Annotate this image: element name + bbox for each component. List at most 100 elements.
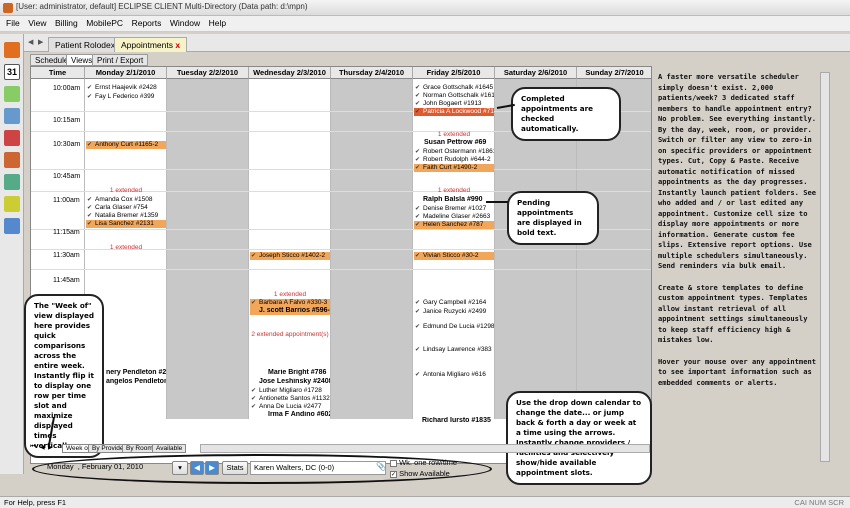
status-help-text: For Help, press F1: [4, 498, 67, 507]
close-icon[interactable]: x: [175, 40, 180, 50]
tab-print-export[interactable]: Print / Export: [92, 54, 149, 66]
time-label: 10:45am: [53, 173, 81, 180]
description-paragraph: Create & store templates to define custo…: [658, 282, 808, 345]
appointment[interactable]: Richard Iursto #1835: [414, 417, 494, 425]
appointment[interactable]: Marie Bright #786: [250, 369, 330, 377]
appointment[interactable]: Anthony Curt #1165-2: [86, 141, 166, 149]
app-icon: [3, 3, 13, 13]
appointment[interactable]: Anna De Lucia #2477: [250, 403, 330, 411]
tab-patient-rolodex[interactable]: Patient Rolodex: [48, 37, 123, 52]
appointment[interactable]: Madeline Glaser #2663: [414, 213, 494, 221]
appointment[interactable]: Robert Ostermann #1861: [414, 148, 494, 156]
appointment[interactable]: Lindsay Lawrence #383: [414, 346, 494, 354]
appointment[interactable]: Luther Migliaro #1728: [250, 387, 330, 395]
tips-icon[interactable]: [4, 196, 20, 212]
callout-arrow: [486, 201, 508, 203]
time-label: 11:00am: [53, 197, 80, 204]
appointment[interactable]: Vivian Sticco #30-2: [414, 252, 494, 260]
menu-file[interactable]: File: [6, 18, 20, 28]
tab-label: Patient Rolodex: [55, 40, 116, 50]
appointment[interactable]: Fay L Federico #399: [86, 93, 166, 101]
tabs-first-icon[interactable]: ⏮: [30, 444, 35, 451]
delete-icon[interactable]: [4, 130, 20, 146]
document-tabs: ◀ ▶ Patient Rolodex Appointments x: [24, 34, 850, 52]
appointment[interactable]: Faith Curt #1490-2: [414, 164, 494, 172]
appointment[interactable]: Helen Sanchez #787: [414, 221, 494, 229]
menu-help[interactable]: Help: [209, 18, 226, 28]
appointment[interactable]: Susan Pettrow #69: [414, 139, 494, 147]
calendar-icon[interactable]: 31: [4, 64, 20, 80]
report-icon[interactable]: [4, 174, 20, 190]
appointment[interactable]: Natalia Bremer #1359: [86, 212, 166, 220]
appointment[interactable]: J. scott Barrios #596-2: [250, 307, 330, 315]
tab-label: Appointments: [121, 40, 173, 50]
day-header-thu[interactable]: Thursday 2/4/2010: [331, 67, 413, 79]
slot-divider: [31, 269, 651, 270]
billing-icon[interactable]: [4, 152, 20, 168]
appointment[interactable]: Carla Glaser #754: [86, 204, 166, 212]
appointment[interactable]: Antionette Santos #1132: [250, 395, 330, 403]
appointment[interactable]: Grace Gottschalk #1645: [414, 84, 494, 92]
notes-icon[interactable]: [4, 86, 20, 102]
menu-mobilepc[interactable]: MobilePC: [86, 18, 123, 28]
vertical-scrollbar[interactable]: [820, 72, 830, 462]
tab-available[interactable]: Available: [152, 444, 187, 453]
horizontal-scrollbar[interactable]: [200, 444, 650, 453]
day-header-sat[interactable]: Saturday 2/6/2010: [495, 67, 577, 79]
view-tabs: Schedule Views Print / Export: [30, 54, 650, 66]
tab-appointments[interactable]: Appointments x: [114, 37, 188, 52]
menu-view[interactable]: View: [28, 18, 46, 28]
highlight-oval: [32, 454, 492, 484]
day-header-fri[interactable]: Friday 2/5/2010: [413, 67, 495, 79]
callout-pending: Pending appointments are displayed in bo…: [507, 191, 599, 245]
tabs-next-icon[interactable]: ▶: [48, 444, 53, 451]
slot-divider: [31, 169, 651, 170]
appointment[interactable]: Jose Leshinsky #2408: [250, 378, 330, 386]
search-icon[interactable]: [4, 108, 20, 124]
appointment[interactable]: Antonia Migliaro #616: [414, 371, 494, 379]
time-label: 10:30am: [53, 141, 81, 148]
appointment[interactable]: Irma F Andino #602: [250, 411, 330, 419]
appointment[interactable]: Janice Ruzycki #2499: [414, 308, 494, 316]
tabs-prev-icon[interactable]: ◀: [40, 444, 45, 451]
time-header: Time: [31, 67, 85, 79]
day-header-tue[interactable]: Tuesday 2/2/2010: [167, 67, 249, 79]
time-label: 11:45am: [53, 277, 80, 284]
tab-scroll-left-icon[interactable]: ◀: [28, 38, 33, 46]
time-label: 10:00am: [53, 85, 81, 92]
appointment[interactable]: Amanda Cox #1508: [86, 196, 166, 204]
appointment[interactable]: Lisa Sanchez #2131: [86, 220, 166, 228]
settings-icon[interactable]: [4, 218, 20, 234]
window-title: [User: administrator, default] ECLIPSE C…: [16, 2, 308, 11]
appointment[interactable]: Norman Gottschalk #1618: [414, 92, 494, 100]
appointment[interactable]: Barbara A Falvo #330-3: [250, 299, 330, 307]
extended-note: 1 extended: [437, 131, 471, 138]
appointment[interactable]: Gary Campbell #2164: [414, 299, 494, 307]
description-paragraph: A faster more versatile scheduler simply…: [658, 72, 817, 270]
appointment[interactable]: Robert Rudolph #644-2: [414, 156, 494, 164]
feature-description: A faster more versatile scheduler simply…: [658, 72, 820, 472]
day-header-mon[interactable]: Monday 2/1/2010: [85, 67, 167, 79]
extended-note: 1 extended: [437, 187, 471, 194]
rolodex-icon[interactable]: [4, 42, 20, 58]
extended-note: 1 extended: [109, 187, 143, 194]
tab-scroll-right-icon[interactable]: ▶: [38, 38, 43, 46]
appointment[interactable]: Edmund De Lucia #1298: [414, 323, 494, 331]
menu-billing[interactable]: Billing: [55, 18, 78, 28]
appointment[interactable]: Patricia A Lockwood #716-4: [414, 108, 494, 116]
appointment[interactable]: Denise Bremer #1027: [414, 205, 494, 213]
extended-note: 2 extended appointment(s): [251, 331, 329, 338]
menu-bar: File View Billing MobilePC Reports Windo…: [0, 16, 850, 32]
appointment[interactable]: Ralph Balsla #990: [414, 196, 494, 204]
appointment[interactable]: Joseph Sticco #1402-2: [250, 252, 330, 260]
day-header-wed[interactable]: Wednesday 2/3/2010: [249, 67, 331, 79]
day-header-sun[interactable]: Sunday 2/7/2010: [577, 67, 651, 79]
left-toolbar: 31: [0, 34, 24, 474]
status-indicators: CAI NUM SCR: [794, 498, 844, 507]
time-label: 11:15am: [53, 229, 80, 236]
appointment[interactable]: John Bogaert #1913: [414, 100, 494, 108]
menu-window[interactable]: Window: [170, 18, 200, 28]
menu-reports[interactable]: Reports: [132, 18, 162, 28]
description-paragraph: Hover your mouse over any appointment to…: [658, 356, 817, 387]
appointment[interactable]: Ernst Haajevik #2428: [86, 84, 166, 92]
